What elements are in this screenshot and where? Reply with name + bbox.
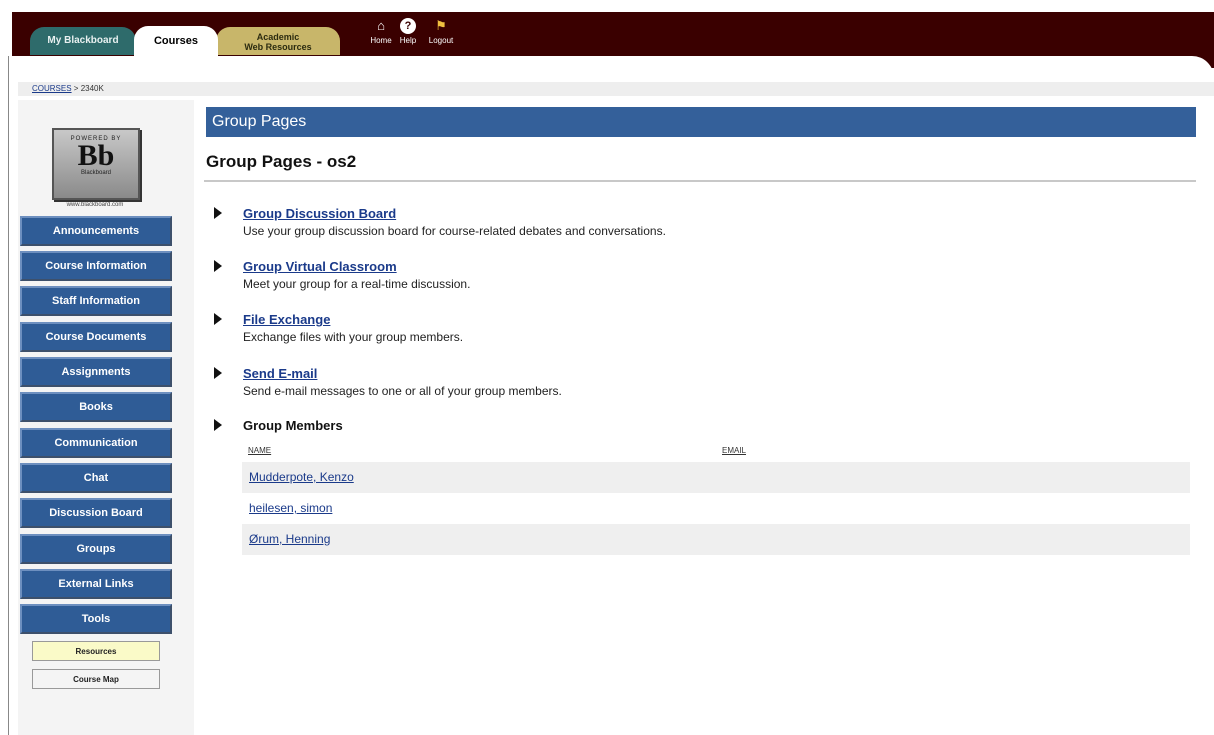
nav-staff-information[interactable]: Staff Information [20,286,172,316]
nav-course-documents[interactable]: Course Documents [20,322,172,352]
nav-chat[interactable]: Chat [20,463,172,493]
nav-course-information[interactable]: Course Information [20,251,172,281]
tab-academic-web-resources[interactable]: Academic Web Resources [216,27,340,55]
nav-discussion-board[interactable]: Discussion Board [20,498,172,528]
member-name-link[interactable]: Mudderpote, Kenzo [249,470,354,484]
logo-mark: Bb [77,139,115,172]
help-button[interactable]: ? Help [393,18,423,45]
logout-icon: ⚑ [435,18,447,33]
section-header: Group Pages [206,107,1196,137]
member-name-link[interactable]: Ørum, Henning [249,532,330,546]
bullet-arrow-icon [214,367,222,379]
title-divider [204,180,1196,182]
page-title: Group Pages - os2 [206,152,357,171]
left-border [8,56,12,735]
member-name-link[interactable]: heilesen, simon [249,501,332,515]
breadcrumb-courses-link[interactable]: COURSES [32,84,72,93]
nav-groups[interactable]: Groups [20,534,172,564]
table-row: Mudderpote, Kenzo [242,462,1190,493]
home-icon: ⌂ [377,18,385,33]
file-exchange-desc: Exchange files with your group members. [243,330,464,344]
tab-courses[interactable]: Courses [134,26,218,56]
nav-announcements[interactable]: Announcements [20,216,172,246]
send-email-desc: Send e-mail messages to one or all of yo… [243,384,562,398]
nav-communication[interactable]: Communication [20,428,172,458]
logo-sub: Blackboard [80,170,112,176]
group-virtual-classroom-desc: Meet your group for a real-time discussi… [243,277,471,291]
home-button[interactable]: ⌂ Home [366,18,396,45]
logo-url: www.blackboard.com [66,202,124,208]
breadcrumb-current: 2340K [80,84,104,93]
group-discussion-board-desc: Use your group discussion board for cour… [243,224,666,238]
nav-books[interactable]: Books [20,392,172,422]
tab-my-blackboard[interactable]: My Blackboard [30,27,136,55]
table-row: Ørum, Henning [242,524,1190,555]
group-members-heading: Group Members [243,418,343,433]
bullet-arrow-icon [214,207,222,219]
bullet-arrow-icon [214,419,222,431]
logout-button[interactable]: ⚑ Logout [421,18,461,45]
blackboard-logo[interactable]: POWERED BY Bb Blackboard [52,128,140,200]
tab-courses-label: Courses [153,35,199,47]
file-exchange-link[interactable]: File Exchange [243,312,330,327]
tab-my-blackboard-label: My Blackboard [47,35,119,46]
breadcrumb-separator: > [71,84,81,93]
help-label: Help [399,36,417,45]
logout-label: Logout [428,36,454,45]
tab-academic-label-line1: Academic [256,31,300,42]
help-icon: ? [400,18,416,34]
group-discussion-board-link[interactable]: Group Discussion Board [243,206,396,221]
bullet-arrow-icon [214,260,222,272]
nav-tools[interactable]: Tools [20,604,172,634]
group-virtual-classroom-link[interactable]: Group Virtual Classroom [243,259,397,274]
breadcrumb: COURSES > 2340K [18,82,1214,96]
members-table-header: NAME EMAIL [248,446,1188,460]
nav-external-links[interactable]: External Links [20,569,172,599]
send-email-link[interactable]: Send E-mail [243,366,317,381]
column-header-email[interactable]: EMAIL [722,446,746,455]
members-table: Mudderpote, Kenzo heilesen, simon Ørum, … [242,462,1190,555]
course-map-button[interactable]: Course Map [32,669,160,689]
tab-academic-label-line2: Web Resources [244,41,312,52]
table-row: heilesen, simon [242,493,1190,524]
nav-assignments[interactable]: Assignments [20,357,172,387]
bullet-arrow-icon [214,313,222,325]
resources-button[interactable]: Resources [32,641,160,661]
home-label: Home [370,36,392,45]
column-header-name[interactable]: NAME [248,446,271,455]
